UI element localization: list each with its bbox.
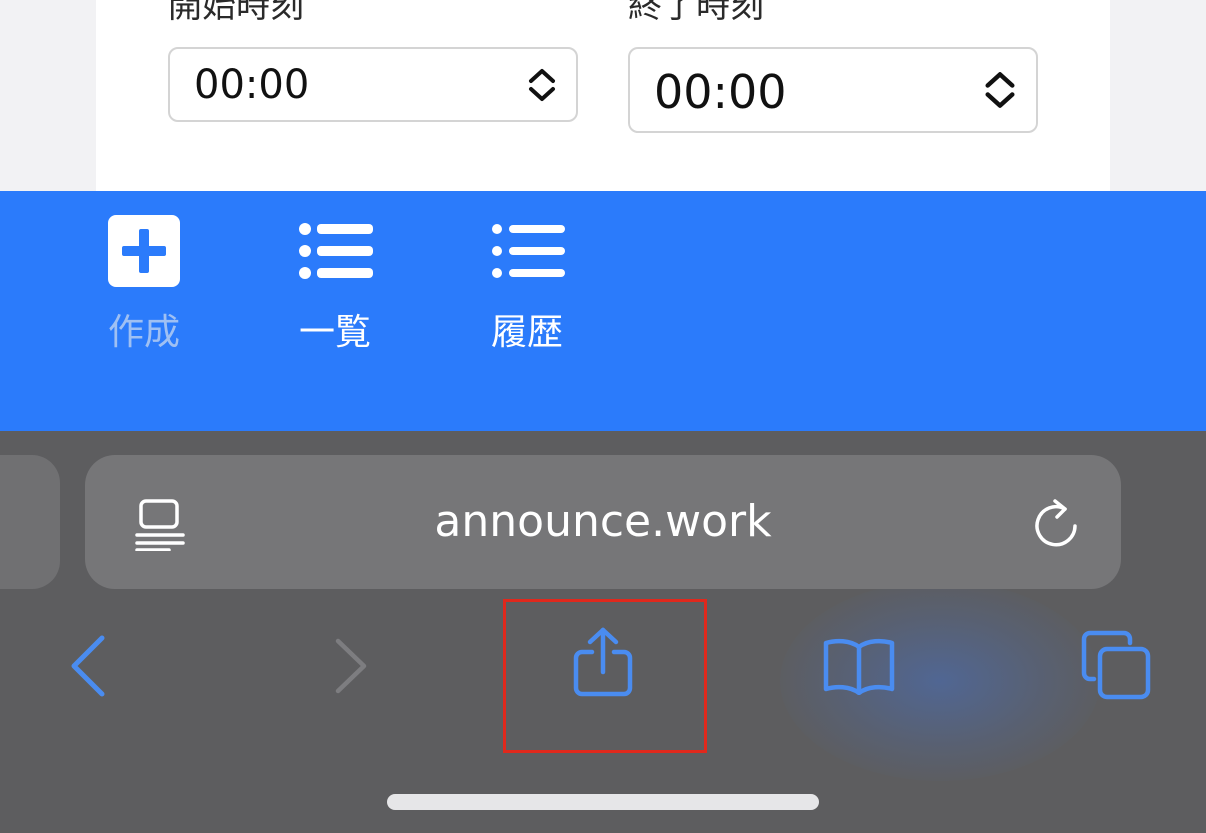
back-icon[interactable]	[66, 634, 110, 698]
form-card: 開始時刻 00:00 終了時刻 00:00	[96, 0, 1110, 191]
bookmarks-icon[interactable]	[822, 637, 896, 695]
share-highlight-box	[503, 599, 707, 753]
stepper-icon	[529, 68, 555, 101]
start-time-field[interactable]: 00:00	[168, 47, 578, 122]
nav-item-create[interactable]: 作成	[89, 215, 199, 355]
nav-item-list[interactable]: 一覧	[280, 215, 390, 355]
browser-chrome: announce.work	[0, 431, 1206, 833]
stepper-icon	[985, 72, 1015, 108]
list-icon	[299, 223, 373, 279]
list-icon	[492, 224, 565, 278]
nav-label-list: 一覧	[298, 312, 371, 353]
address-bar[interactable]: announce.work	[85, 455, 1121, 589]
forward-icon[interactable]	[330, 637, 370, 695]
url-text: announce.work	[434, 496, 772, 547]
previous-tab-preview[interactable]	[0, 455, 60, 589]
start-time-value: 00:00	[194, 62, 310, 108]
nav-item-history[interactable]: 履歴	[472, 215, 582, 355]
plus-square-icon	[108, 215, 180, 287]
tabs-icon[interactable]	[1080, 629, 1152, 701]
end-time-field[interactable]: 00:00	[628, 47, 1038, 133]
form-area: 開始時刻 00:00 終了時刻 00:00	[0, 0, 1206, 191]
end-time-label: 終了時刻	[628, 0, 764, 26]
reload-icon[interactable]	[1031, 497, 1081, 549]
start-time-label: 開始時刻	[168, 0, 304, 26]
nav-label-history: 履歴	[490, 312, 563, 353]
nav-label-create: 作成	[107, 312, 180, 353]
app-navigation: 作成 一覧 履歴	[0, 191, 1206, 431]
home-indicator[interactable]	[387, 794, 819, 810]
end-time-value: 00:00	[654, 65, 787, 119]
